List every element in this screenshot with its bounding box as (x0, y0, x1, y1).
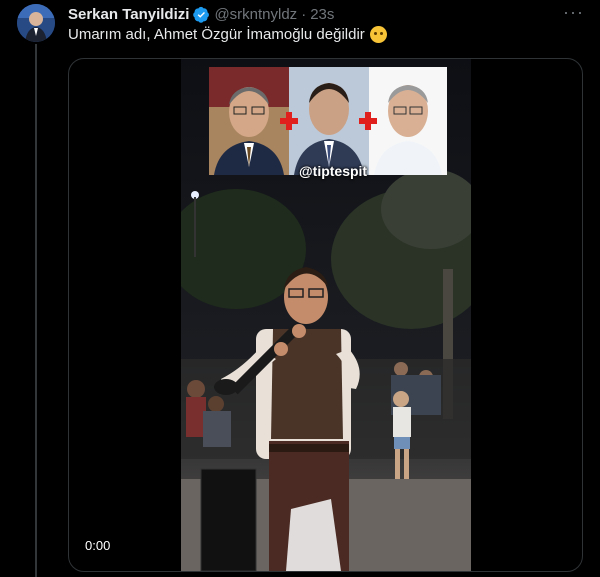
avatar-photo (17, 4, 55, 42)
watermark-text: @tiptespit (299, 163, 368, 179)
plus-icon (280, 112, 298, 130)
plus-icon (359, 112, 377, 130)
avatar[interactable] (17, 4, 55, 42)
tweet-text-content: Umarım adı, Ahmet Özgür İmamoğlu değildi… (68, 26, 365, 43)
tweet-text: Umarım adı, Ahmet Özgür İmamoğlu değildi… (68, 26, 387, 43)
author-handle[interactable]: @srkntnyldz (214, 6, 297, 23)
separator-dot: · (301, 5, 307, 23)
video-player[interactable]: @tiptespit 0:00 (68, 58, 583, 572)
thumbnail-collage: @tiptespit (209, 67, 447, 179)
thread-line (35, 44, 37, 577)
tweet-header: Serkan Tanyildizi @srkntnyldz · 23s (68, 4, 586, 24)
video-timestamp: 0:00 (81, 536, 115, 555)
portrait-right (369, 67, 447, 175)
more-icon: ··· (563, 2, 584, 22)
portrait-middle (289, 67, 369, 175)
more-options-button[interactable]: ··· (563, 2, 584, 22)
verified-badge-icon (193, 6, 210, 23)
author-name[interactable]: Serkan Tanyildizi (68, 6, 189, 23)
portrait-left (209, 67, 289, 175)
tweet-timestamp[interactable]: 23s (310, 6, 334, 23)
rolling-eyes-emoji-icon (369, 26, 387, 43)
video-frame[interactable]: @tiptespit (181, 59, 471, 571)
